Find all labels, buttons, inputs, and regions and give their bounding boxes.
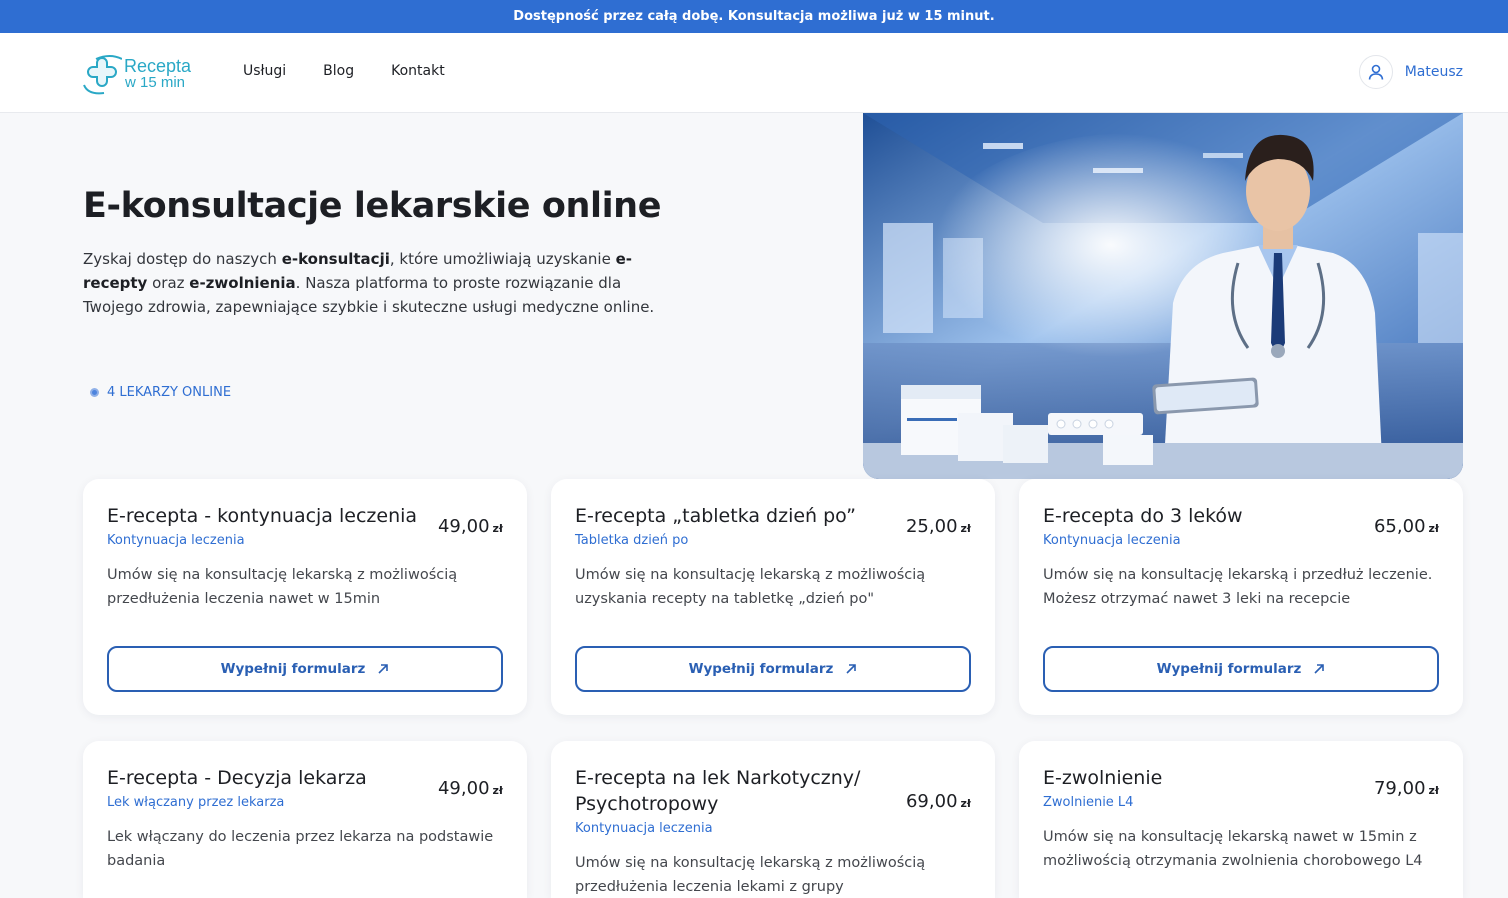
service-card-narkotyczny: E-recepta na lek Narkotyczny/ Psychotrop…: [551, 741, 995, 898]
arrow-up-right-icon: [1314, 664, 1325, 674]
card-subtitle: Zwolnienie L4: [1043, 795, 1134, 810]
logo[interactable]: Recepta w 15 min: [82, 47, 192, 99]
card-price: 49,00 zł: [438, 516, 503, 537]
price-currency: zł: [1428, 522, 1439, 535]
card-description: Umów się na konsultację lekarską nawet w…: [1043, 829, 1423, 869]
service-card-decyzja: E-recepta - Decyzja lekarza 49,00 zł Lek …: [83, 741, 527, 898]
doctors-online-label: 4 LEKARZY ONLINE: [107, 385, 232, 400]
price-currency: zł: [960, 797, 971, 810]
card-subtitle: Tabletka dzień po: [575, 533, 689, 548]
announcement-text: Dostępność przez całą dobę. Konsultacja …: [513, 9, 995, 24]
card-title: E-recepta - kontynuacja leczenia: [107, 505, 418, 527]
fill-form-button[interactable]: Wypełnij formularz: [1043, 646, 1439, 692]
price-currency: zł: [960, 522, 971, 535]
card-price: 49,00 zł: [438, 778, 503, 799]
logo-line2: w 15 min: [125, 73, 186, 91]
price-value: 49,00: [437, 516, 490, 537]
card-subtitle: Kontynuacja leczenia: [107, 533, 245, 548]
arrow-up-right-icon: [846, 664, 857, 674]
service-card-tabletka: E-recepta „tabletka dzień po” 25,00 zł Ta…: [551, 479, 995, 715]
card-price: 65,00 zł: [1374, 516, 1439, 537]
site-header: Recepta w 15 min Usługi Blog Kontakt Mat…: [0, 33, 1508, 113]
card-description: Umów się na konsultację lekarską z możli…: [107, 567, 458, 607]
hero-desc-bold: e-zwolnienia: [189, 274, 296, 292]
hero-desc-part: oraz: [147, 274, 190, 292]
card-price: 25,00 zł: [906, 516, 971, 537]
fill-form-button[interactable]: Wypełnij formularz: [575, 646, 971, 692]
card-subtitle: Kontynuacja leczenia: [575, 821, 713, 836]
price-value: 65,00: [1373, 516, 1426, 537]
price-value: 49,00: [437, 778, 490, 799]
card-title: E-recepta „tabletka dzień po”: [575, 505, 856, 527]
logo-line1: Recepta: [124, 55, 192, 76]
fill-form-button[interactable]: Wypełnij formularz: [107, 646, 503, 692]
page-title: E-konsultacje lekarskie online: [83, 186, 662, 226]
card-subtitle: Lek włączany przez lekarza: [107, 795, 285, 810]
service-card-kontynuacja: E-recepta - kontynuacja leczenia 49,00 zł…: [83, 479, 527, 715]
service-card-zwolnienie: E-zwolnienie 79,00 zł Zwolnienie L4 Umów …: [1019, 741, 1463, 898]
card-description: Umów się na konsultację lekarską i przed…: [1043, 567, 1433, 607]
price-value: 69,00: [905, 791, 958, 812]
arrow-up-right-icon: [378, 664, 389, 674]
card-title: E-recepta na lek Narkotyczny/ Psychotrop…: [575, 767, 861, 815]
card-description: Lek włączany do leczenia przez lekarza n…: [107, 829, 494, 869]
card-price: 69,00 zł: [906, 791, 971, 812]
hero-description: Zyskaj dostęp do naszych e-konsultacji, …: [83, 247, 683, 319]
cross-logo-icon: [83, 55, 122, 95]
user-account[interactable]: Mateusz: [1358, 55, 1463, 89]
card-title: E-zwolnienie: [1043, 767, 1163, 789]
hero-image-doctor: [863, 113, 1463, 479]
main-nav: Usługi Blog Kontakt: [243, 63, 445, 79]
price-currency: zł: [1428, 784, 1439, 797]
card-title: E-recepta do 3 leków: [1043, 505, 1243, 527]
price-value: 79,00: [1373, 778, 1426, 799]
status-dot-icon: [90, 388, 99, 397]
hero-desc-bold: e-konsultacji: [281, 250, 390, 268]
button-label: Wypełnij formularz: [688, 661, 834, 677]
user-name[interactable]: Mateusz: [1405, 64, 1463, 80]
price-currency: zł: [492, 522, 503, 535]
card-description: Umów się na konsultację lekarską z możli…: [575, 567, 926, 607]
nav-item-blog[interactable]: Blog: [323, 63, 354, 79]
user-icon[interactable]: [1358, 55, 1393, 89]
hero-desc-part: , które umożliwiają uzyskanie: [389, 250, 616, 268]
nav-item-kontakt[interactable]: Kontakt: [391, 63, 445, 79]
button-label: Wypełnij formularz: [1156, 661, 1302, 677]
hero-desc-part: Zyskaj dostęp do naszych: [83, 250, 282, 268]
card-subtitle: Kontynuacja leczenia: [1043, 533, 1181, 548]
card-description: Umów się na konsultację lekarską z możli…: [575, 855, 926, 895]
card-title: E-recepta - Decyzja lekarza: [107, 767, 367, 789]
doctors-online-status: 4 LEKARZY ONLINE: [90, 385, 231, 400]
nav-item-uslugi[interactable]: Usługi: [243, 63, 286, 79]
service-card-3-leki: E-recepta do 3 leków 65,00 zł Kontynuacja…: [1019, 479, 1463, 715]
price-value: 25,00: [905, 516, 958, 537]
price-currency: zł: [492, 784, 503, 797]
card-price: 79,00 zł: [1374, 778, 1439, 799]
announcement-bar: Dostępność przez całą dobę. Konsultacja …: [0, 0, 1508, 33]
button-label: Wypełnij formularz: [220, 661, 366, 677]
